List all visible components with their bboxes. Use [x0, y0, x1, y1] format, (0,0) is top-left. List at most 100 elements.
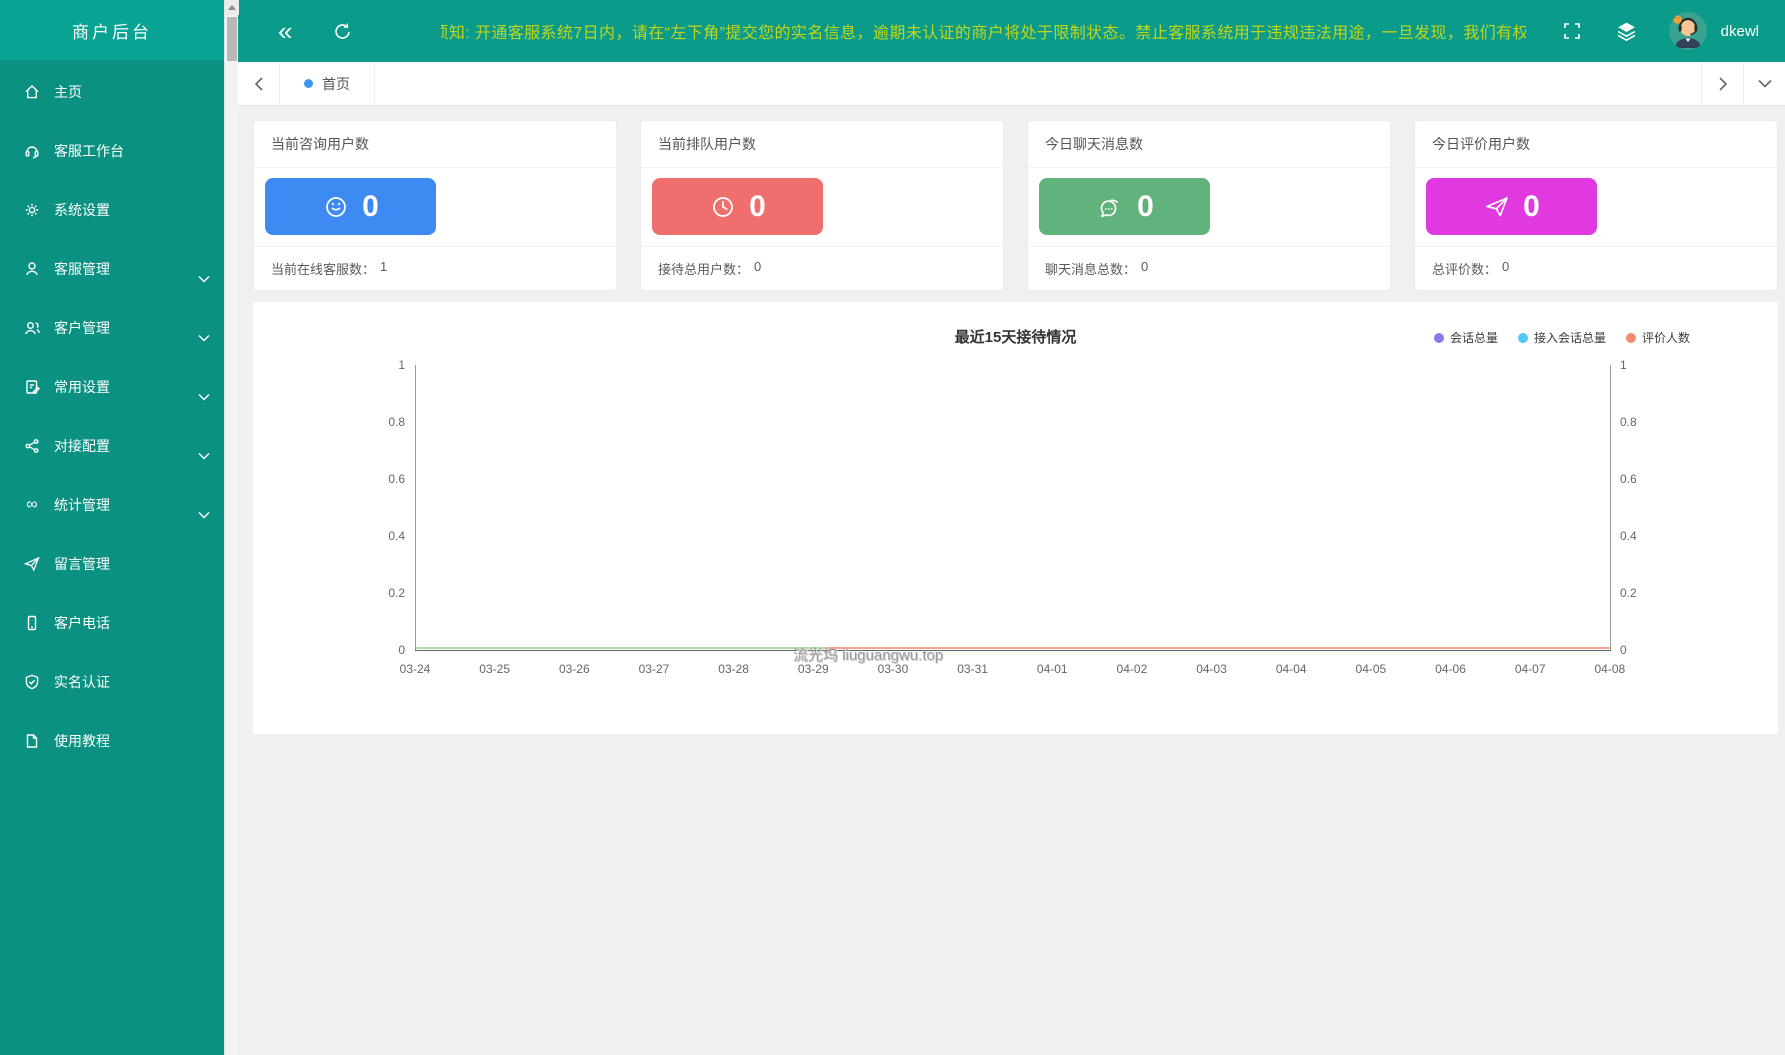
y-tick: 0.6	[388, 472, 405, 486]
sidebar-menu: 主页 客服工作台 系统设置 客服管理 客户管理 常用设置 对接配置 ∞ 统计管理…	[0, 62, 224, 770]
sidebar-item-message-mgmt[interactable]: 留言管理	[0, 534, 224, 593]
sidebar-scrollbar[interactable]	[224, 0, 239, 1055]
chevron-down-icon	[198, 334, 210, 342]
card-title: 今日聊天消息数	[1028, 121, 1390, 168]
document-icon	[23, 732, 41, 750]
sidebar-item-label: 主页	[54, 83, 82, 100]
chart-legend: 会话总量 接入会话总量 评价人数	[1433, 329, 1690, 346]
smile-icon	[322, 193, 350, 221]
sidebar-item-label: 留言管理	[54, 555, 110, 572]
stat-button-ratings[interactable]: 0	[1426, 178, 1597, 235]
y-tick: 0.4	[388, 529, 405, 543]
x-axis-line	[415, 650, 1611, 651]
scrollbar-up-arrow[interactable]	[225, 0, 239, 15]
x-axis-labels: 03-24 03-25 03-26 03-27 03-28 03-29 03-3…	[385, 662, 1640, 676]
paper-plane-icon	[1483, 193, 1511, 221]
sidebar-item-label: 统计管理	[54, 496, 110, 513]
infinity-icon: ∞	[26, 495, 38, 513]
sidebar-item-label: 客户电话	[54, 614, 110, 631]
y-axis-right: 1 0.8 0.6 0.4 0.2 0	[1620, 358, 1680, 657]
y-axis-left: 1 0.8 0.6 0.4 0.2 0	[345, 358, 405, 657]
left-axis-line	[415, 365, 416, 650]
card-footer-value: 0	[754, 259, 762, 274]
y-tick: 1	[398, 358, 405, 372]
avatar[interactable]	[1668, 12, 1707, 50]
sidebar-item-label: 使用教程	[54, 732, 110, 749]
x-tick: 04-02	[1116, 662, 1148, 676]
card-title: 当前咨询用户数	[254, 121, 616, 168]
tab-label: 首页	[322, 75, 350, 92]
stat-button-messages[interactable]: 0	[1039, 178, 1210, 235]
tab-bar: 首页	[238, 62, 1785, 106]
card-current-consult-users: 当前咨询用户数 0 当前在线客服数： 1	[253, 120, 617, 291]
legend-label: 接入会话总量	[1533, 331, 1606, 345]
shield-check-icon	[23, 673, 41, 691]
stat-button-queue[interactable]: 0	[652, 178, 823, 235]
x-tick: 04-06	[1435, 662, 1466, 676]
card-footer-label: 当前在线客服数：	[271, 262, 376, 277]
sidebar-item-label: 实名认证	[54, 673, 110, 690]
legend-item-ratings[interactable]: 评价人数	[1625, 329, 1690, 346]
refresh-icon[interactable]	[332, 21, 353, 42]
tab-home[interactable]: 首页	[280, 62, 375, 105]
sidebar-item-system-settings[interactable]: 系统设置	[0, 180, 224, 239]
fullscreen-icon[interactable]	[1562, 21, 1582, 41]
sidebar-item-customer-phone[interactable]: 客户电话	[0, 593, 224, 652]
sidebar-item-label: 常用设置	[54, 378, 110, 395]
username[interactable]: dkewl	[1721, 23, 1759, 40]
sidebar-item-workbench[interactable]: 客服工作台	[0, 121, 224, 180]
stat-button-consult[interactable]: 0	[265, 178, 436, 235]
card-footer-value: 0	[1141, 259, 1149, 274]
legend-dot	[1433, 332, 1444, 343]
tabs-menu-dropdown-icon[interactable]	[1743, 62, 1785, 105]
legend-dot	[1517, 332, 1528, 343]
scrollbar-thumb[interactable]	[227, 17, 237, 61]
card-title: 今日评价用户数	[1415, 121, 1777, 168]
announcement-marquee: 须知: 开通客服系统7日内，请在“左下角”提交您的实名信息，逾期未认证的商户将处…	[441, 19, 1525, 43]
sidebar-item-label: 对接配置	[54, 437, 110, 454]
sidebar-item-label: 客服管理	[54, 260, 110, 277]
announcement-text: 须知: 开通客服系统7日内，请在“左下角”提交您的实名信息，逾期未认证的商户将处…	[441, 25, 1526, 42]
top-header-bar: « 须知: 开通客服系统7日内，请在“左下角”提交您的实名信息，逾期未认证的商户…	[238, 0, 1785, 62]
y-tick: 0	[1620, 643, 1627, 657]
zero-line-segment-left	[416, 647, 834, 649]
y-tick: 0	[398, 643, 405, 657]
layers-icon[interactable]	[1616, 21, 1637, 42]
sidebar-item-service-mgmt[interactable]: 客服管理	[0, 239, 224, 298]
chevron-down-icon	[198, 275, 210, 283]
tabs-scroll-left-icon[interactable]	[238, 62, 280, 105]
sidebar-item-customer-mgmt[interactable]: 客户管理	[0, 298, 224, 357]
app-title: 商户后台	[0, 0, 224, 60]
legend-item-sessions[interactable]: 会话总量	[1433, 329, 1498, 346]
sidebar-item-home[interactable]: 主页	[0, 62, 224, 121]
y-tick: 0.2	[1620, 586, 1637, 600]
sidebar-item-common-settings[interactable]: 常用设置	[0, 357, 224, 416]
stat-value: 0	[749, 189, 766, 223]
x-tick: 04-07	[1514, 662, 1546, 676]
legend-item-joined-sessions[interactable]: 接入会话总量	[1517, 329, 1606, 346]
card-footer-value: 0	[1502, 259, 1510, 274]
stat-value: 0	[362, 189, 379, 223]
chat-icon	[1095, 193, 1125, 221]
tabs-scroll-right-icon[interactable]	[1701, 62, 1743, 105]
card-title: 当前排队用户数	[641, 121, 1003, 168]
card-today-messages: 今日聊天消息数 0 聊天消息总数： 0	[1027, 120, 1391, 291]
zero-line-segment-right	[828, 647, 1610, 649]
collapse-sidebar-icon[interactable]: «	[278, 18, 292, 44]
notebook-pencil-icon	[23, 378, 41, 396]
sidebar-item-stats-mgmt[interactable]: ∞ 统计管理	[0, 475, 224, 534]
sidebar: 商户后台 主页 客服工作台 系统设置 客服管理 客户管理 常用设置 对接配置 ∞…	[0, 0, 224, 1055]
x-tick: 04-03	[1196, 662, 1227, 676]
sidebar-item-integration-config[interactable]: 对接配置	[0, 416, 224, 475]
x-tick: 04-08	[1594, 662, 1626, 676]
user-icon	[23, 260, 41, 278]
y-tick: 0.6	[1620, 472, 1637, 486]
right-axis-line	[1610, 365, 1611, 650]
card-today-ratings: 今日评价用户数 0 总评价数： 0	[1414, 120, 1778, 291]
stat-value: 0	[1137, 189, 1154, 223]
sidebar-item-tutorial[interactable]: 使用教程	[0, 711, 224, 770]
x-tick: 04-01	[1036, 662, 1068, 676]
x-tick: 03-25	[479, 662, 510, 676]
x-tick: 03-28	[718, 662, 749, 676]
sidebar-item-realname-auth[interactable]: 实名认证	[0, 652, 224, 711]
